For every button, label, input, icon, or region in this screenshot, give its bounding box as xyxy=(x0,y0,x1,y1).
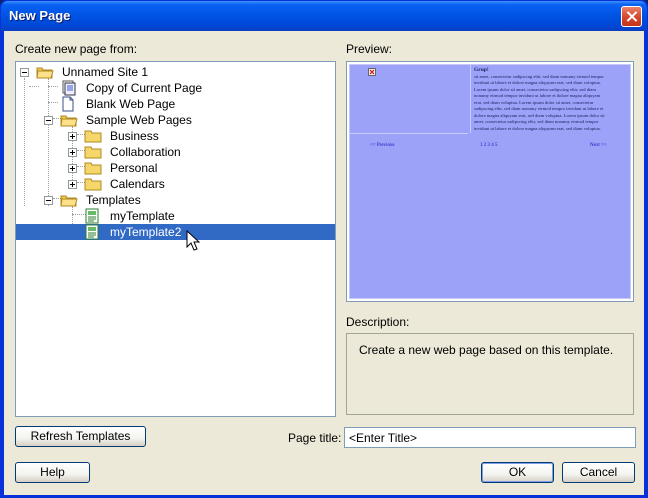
tree-item-mytemplate[interactable]: myTemplate xyxy=(16,208,335,224)
page-title-input[interactable] xyxy=(344,427,636,448)
collapse-icon[interactable] xyxy=(20,68,29,77)
tree-item-mytemplate2[interactable]: myTemplate2 xyxy=(16,224,335,240)
tree-item-unnamed-site[interactable]: Unnamed Site 1 xyxy=(16,64,335,80)
preview-canvas: Grup! sit amet, consectetur sadipscing e… xyxy=(349,64,631,299)
expand-icon[interactable] xyxy=(68,180,77,189)
tree-item-collaboration[interactable]: Collaboration xyxy=(16,144,335,160)
tree-item-blank-web-page[interactable]: Blank Web Page xyxy=(16,96,335,112)
dialog-body: Create new page from: Preview: Unnamed S… xyxy=(4,31,644,495)
tree-item-label: Personal xyxy=(110,161,158,175)
template-icon xyxy=(85,208,99,224)
cancel-button[interactable]: Cancel xyxy=(562,462,635,483)
page-source-tree[interactable]: Unnamed Site 1 Copy of Current Page Blan… xyxy=(15,61,336,417)
ok-button[interactable]: OK xyxy=(481,462,554,483)
expand-icon[interactable] xyxy=(68,164,77,173)
tree-item-label: Unnamed Site 1 xyxy=(62,65,149,79)
broken-image-icon xyxy=(368,68,376,76)
help-button[interactable]: Help xyxy=(15,462,90,483)
preview-scrollbar[interactable] xyxy=(627,64,631,299)
tree-item-label: Collaboration xyxy=(110,145,181,159)
preview-paragraph: sit amet, consectetur sadipscing elitr, … xyxy=(474,73,605,131)
expand-icon[interactable] xyxy=(68,148,77,157)
window-title: New Page xyxy=(9,8,71,23)
folder-open-icon xyxy=(60,115,78,127)
preview-column-rule xyxy=(470,65,471,133)
mouse-cursor-icon xyxy=(186,230,200,251)
folder-icon xyxy=(84,178,102,191)
collapse-icon[interactable] xyxy=(44,196,53,205)
folder-open-icon xyxy=(60,195,78,207)
tree-item-templates[interactable]: Templates xyxy=(16,192,335,208)
page-title-label: Page title: xyxy=(288,431,342,445)
description-label: Description: xyxy=(346,315,410,329)
folder-open-icon xyxy=(36,67,54,79)
tree-item-sample-web-pages[interactable]: Sample Web Pages xyxy=(16,112,335,128)
refresh-templates-button[interactable]: Refresh Templates xyxy=(15,426,146,447)
title-bar[interactable]: New Page xyxy=(1,1,647,31)
preview-page-links: 1 2 3 4 5 xyxy=(480,143,498,148)
folder-icon xyxy=(84,146,102,159)
folder-icon xyxy=(84,162,102,175)
tree-item-label: Templates xyxy=(86,193,141,207)
preview-next-link: Next >> xyxy=(590,143,607,148)
description-box: Create a new web page based on this temp… xyxy=(346,333,634,415)
tree-item-label: myTemplate xyxy=(110,209,175,223)
tree-item-label: Sample Web Pages xyxy=(86,113,192,127)
folder-icon xyxy=(84,130,102,143)
tree-item-calendars[interactable]: Calendars xyxy=(16,176,335,192)
close-button[interactable] xyxy=(621,6,642,27)
preview-prev-link: << Previous xyxy=(370,143,395,148)
tree-item-label: Calendars xyxy=(110,177,165,191)
template-icon xyxy=(85,224,99,240)
blank-page-icon xyxy=(62,96,74,112)
tree-item-copy-current-page[interactable]: Copy of Current Page xyxy=(16,80,335,96)
tree-item-label: Copy of Current Page xyxy=(86,81,203,95)
tree-item-label: Business xyxy=(110,129,159,143)
tree-item-label: Blank Web Page xyxy=(86,97,176,111)
preview-label: Preview: xyxy=(346,42,393,56)
copy-page-icon xyxy=(62,80,76,96)
create-from-label: Create new page from: xyxy=(15,42,138,56)
tree-item-business[interactable]: Business xyxy=(16,128,335,144)
collapse-icon[interactable] xyxy=(44,116,53,125)
preview-divider xyxy=(350,133,468,134)
template-preview: Grup! sit amet, consectetur sadipscing e… xyxy=(346,61,634,302)
description-text: Create a new web page based on this temp… xyxy=(359,343,614,357)
tree-item-personal[interactable]: Personal xyxy=(16,160,335,176)
new-page-dialog: New Page Create new page from: Preview: xyxy=(0,0,648,498)
expand-icon[interactable] xyxy=(68,132,77,141)
preview-body-text: Grup! sit amet, consectetur sadipscing e… xyxy=(474,67,606,131)
tree-item-label: myTemplate2 xyxy=(108,225,184,239)
